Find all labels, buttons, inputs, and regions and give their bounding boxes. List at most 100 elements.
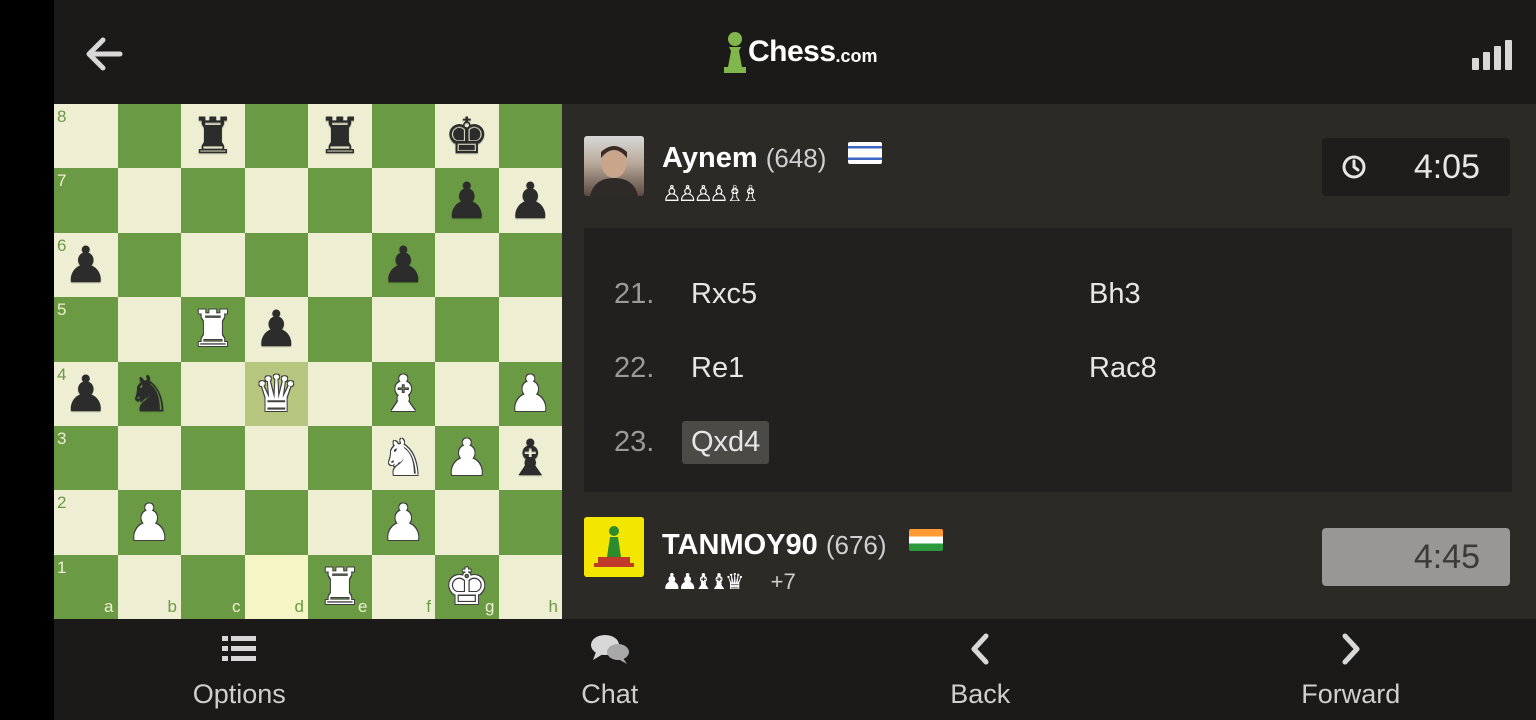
- square-e3[interactable]: [308, 425, 372, 491]
- square-d6[interactable]: [244, 232, 308, 298]
- square-e5[interactable]: [308, 297, 372, 362]
- square-c1[interactable]: c: [181, 554, 245, 620]
- square-b3[interactable]: [117, 425, 181, 491]
- chat-button[interactable]: Chat: [425, 619, 796, 720]
- white-bishop-icon[interactable]: ♝: [381, 369, 426, 419]
- square-d5[interactable]: ♟: [244, 297, 308, 362]
- square-g3[interactable]: ♟: [435, 425, 499, 491]
- square-h2[interactable]: [498, 490, 562, 555]
- black-pawn-icon[interactable]: ♟: [381, 240, 426, 290]
- white-pawn-icon[interactable]: ♟: [127, 498, 172, 548]
- white-rook-icon[interactable]: ♜: [317, 562, 362, 612]
- square-h6[interactable]: [498, 232, 562, 298]
- black-pawn-icon[interactable]: ♟: [254, 304, 299, 354]
- square-h7[interactable]: ♟: [498, 168, 562, 233]
- white-pawn-icon[interactable]: ♟: [444, 433, 489, 483]
- square-a5[interactable]: 5: [54, 297, 118, 362]
- white-knight-icon[interactable]: ♞: [381, 433, 426, 483]
- square-c5[interactable]: ♜: [181, 297, 245, 362]
- square-a7[interactable]: 7: [54, 168, 118, 233]
- square-f6[interactable]: ♟: [371, 232, 435, 298]
- square-c7[interactable]: [181, 168, 245, 233]
- square-e6[interactable]: [308, 232, 372, 298]
- move-black[interactable]: Rac8: [1080, 347, 1166, 390]
- white-queen-icon[interactable]: ♛: [254, 369, 299, 419]
- white-rook-icon[interactable]: ♜: [190, 304, 235, 354]
- black-pawn-icon[interactable]: ♟: [63, 240, 108, 290]
- square-g5[interactable]: [435, 297, 499, 362]
- square-c8[interactable]: ♜: [181, 104, 245, 169]
- square-c2[interactable]: [181, 490, 245, 555]
- square-a1[interactable]: 1a: [54, 554, 118, 620]
- square-g4[interactable]: [435, 361, 499, 426]
- square-h4[interactable]: ♟: [498, 361, 562, 426]
- white-king-icon[interactable]: ♚: [444, 562, 489, 612]
- avatar[interactable]: [584, 517, 644, 577]
- square-e1[interactable]: e ♜: [308, 554, 372, 620]
- black-pawn-icon[interactable]: ♟: [508, 176, 553, 226]
- square-h8[interactable]: [498, 104, 562, 169]
- black-pawn-icon[interactable]: ♟: [444, 176, 489, 226]
- square-b6[interactable]: [117, 232, 181, 298]
- black-rook-icon[interactable]: ♜: [190, 111, 235, 161]
- square-h3[interactable]: ♝: [498, 425, 562, 491]
- square-g8[interactable]: ♚: [435, 104, 499, 169]
- square-a2[interactable]: 2: [54, 490, 118, 555]
- square-b5[interactable]: [117, 297, 181, 362]
- white-pawn-icon[interactable]: ♟: [508, 369, 553, 419]
- player-name[interactable]: Aynem (648): [662, 142, 883, 175]
- move-white[interactable]: Re1: [682, 347, 753, 390]
- square-h5[interactable]: [498, 297, 562, 362]
- square-c6[interactable]: [181, 232, 245, 298]
- square-d2[interactable]: [244, 490, 308, 555]
- square-d3[interactable]: [244, 425, 308, 491]
- square-d8[interactable]: [244, 104, 308, 169]
- square-g6[interactable]: [435, 232, 499, 298]
- move-white[interactable]: Qxd4: [682, 421, 770, 464]
- square-b4[interactable]: ♞: [117, 361, 181, 426]
- back-button[interactable]: Back: [795, 619, 1166, 720]
- black-king-icon[interactable]: ♚: [444, 111, 489, 161]
- square-f7[interactable]: [371, 168, 435, 233]
- square-d4[interactable]: ♛: [244, 361, 308, 426]
- move-black[interactable]: Bh3: [1080, 273, 1150, 316]
- black-knight-icon[interactable]: ♞: [127, 369, 172, 419]
- square-e4[interactable]: [308, 361, 372, 426]
- square-a6[interactable]: 6 ♟: [54, 232, 118, 298]
- square-f4[interactable]: ♝: [371, 361, 435, 426]
- forward-button[interactable]: Forward: [1166, 619, 1536, 720]
- black-rook-icon[interactable]: ♜: [317, 111, 362, 161]
- square-e8[interactable]: ♜: [308, 104, 372, 169]
- move-white[interactable]: Rxc5: [682, 273, 766, 316]
- square-g2[interactable]: [435, 490, 499, 555]
- square-d7[interactable]: [244, 168, 308, 233]
- square-g7[interactable]: ♟: [435, 168, 499, 233]
- square-b7[interactable]: [117, 168, 181, 233]
- square-e7[interactable]: [308, 168, 372, 233]
- back-arrow-icon[interactable]: [80, 30, 128, 78]
- options-button[interactable]: Options: [54, 619, 425, 720]
- square-c4[interactable]: [181, 361, 245, 426]
- square-f5[interactable]: [371, 297, 435, 362]
- avatar[interactable]: [584, 136, 644, 196]
- player-name[interactable]: TANMOY90 (676): [662, 529, 943, 562]
- square-a8[interactable]: 8: [54, 104, 118, 169]
- square-g1[interactable]: g ♚: [435, 554, 499, 620]
- square-b1[interactable]: b: [117, 554, 181, 620]
- black-pawn-icon[interactable]: ♟: [63, 369, 108, 419]
- square-f3[interactable]: ♞: [371, 425, 435, 491]
- square-e2[interactable]: [308, 490, 372, 555]
- square-f8[interactable]: [371, 104, 435, 169]
- square-f1[interactable]: f: [371, 554, 435, 620]
- black-bishop-icon[interactable]: ♝: [508, 433, 553, 483]
- square-c3[interactable]: [181, 425, 245, 491]
- square-a4[interactable]: 4 ♟: [54, 361, 118, 426]
- square-d1[interactable]: d: [244, 554, 308, 620]
- chess-board[interactable]: 8 ♜ ♜ ♚ 7 ♟ ♟ 6 ♟ ♟ 5 ♜ ♟ 4 ♟ ♞ ♛ ♝ ♟ 3 ♞ ♟ ♝ 2 ♟ ♟ 1 a b c d e ♜ f g ♚ h: [54, 104, 562, 620]
- square-a3[interactable]: 3: [54, 425, 118, 491]
- square-b2[interactable]: ♟: [117, 490, 181, 555]
- square-h1[interactable]: h: [498, 554, 562, 620]
- white-pawn-icon[interactable]: ♟: [381, 498, 426, 548]
- square-b8[interactable]: [117, 104, 181, 169]
- square-f2[interactable]: ♟: [371, 490, 435, 555]
